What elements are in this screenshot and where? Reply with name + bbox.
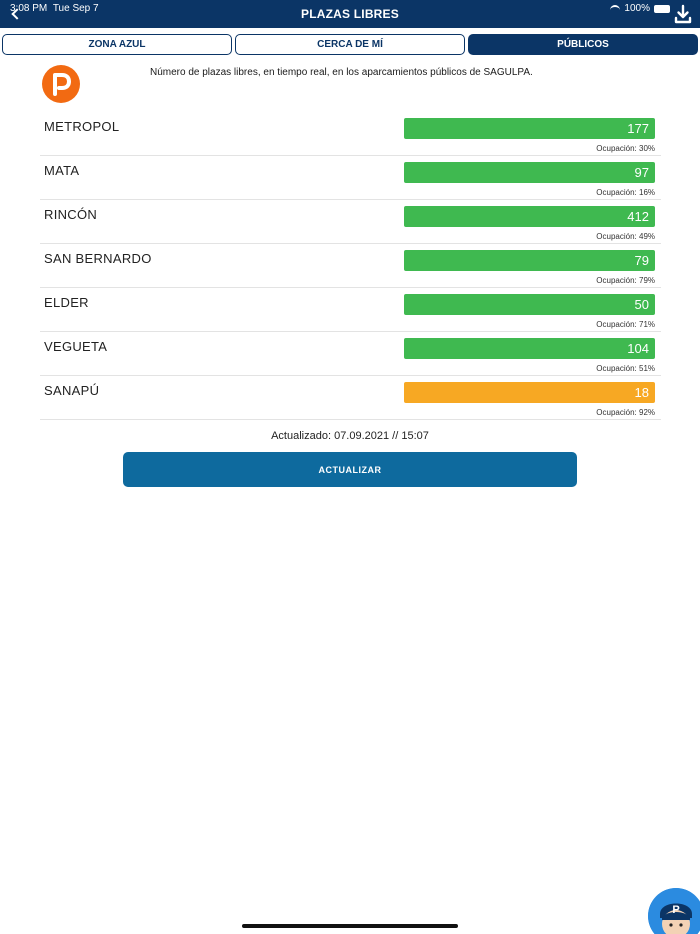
free-spaces-bar: 177 [404,118,655,139]
parking-name: SAN BERNARDO [44,251,152,266]
occupancy-label: Ocupación: 71% [596,320,655,329]
parking-name: MATA [44,163,80,178]
parking-p-icon [53,73,71,96]
parking-row: RINCÓN 412 Ocupación: 49% [40,200,661,244]
segment-tabs: ZONA AZUL CERCA DE MÍ PÚBLICOS [2,34,698,55]
back-button[interactable] [6,4,24,24]
parking-name: SANAPÚ [44,383,100,398]
updated-timestamp: Actualizado: 07.09.2021 // 15:07 [271,430,429,442]
page-title: PLAZAS LIBRES [301,7,399,21]
parking-name: VEGUETA [44,339,108,354]
occupancy-label: Ocupación: 92% [596,408,655,417]
battery-icon [654,4,670,13]
parking-row: METROPOL 177 Ocupación: 30% [40,112,661,156]
parking-row: SANAPÚ 18 Ocupación: 92% [40,376,661,420]
intro-text: Número de plazas libres, en tiempo real,… [150,67,533,78]
tab-0[interactable]: ZONA AZUL [2,34,232,55]
occupancy-label: Ocupación: 79% [596,276,655,285]
wifi-icon [610,4,621,13]
occupancy-label: Ocupación: 49% [596,232,655,241]
parking-row: SAN BERNARDO 79 Ocupación: 79% [40,244,661,288]
tab-1[interactable]: CERCA DE MÍ [235,34,465,55]
parking-name: ELDER [44,295,89,310]
status-indicators: 100% [610,3,670,14]
parking-name: METROPOL [44,119,120,134]
download-button[interactable] [674,3,692,25]
parking-row: ELDER 50 Ocupación: 71% [40,288,661,332]
free-spaces-bar: 97 [404,162,655,183]
parking-row: VEGUETA 104 Ocupación: 51% [40,332,661,376]
occupancy-label: Ocupación: 16% [596,188,655,197]
svg-text:P: P [672,904,679,916]
refresh-button[interactable]: ACTUALIZAR [123,452,577,487]
tab-2[interactable]: PÚBLICOS [468,34,698,55]
free-spaces-bar: 104 [404,338,655,359]
chevron-left-icon [10,8,23,20]
free-spaces-bar: 18 [404,382,655,403]
free-spaces-bar: 79 [404,250,655,271]
occupancy-label: Ocupación: 51% [596,364,655,373]
home-indicator [242,924,458,928]
sagulpa-logo [42,65,80,103]
parking-list: METROPOL 177 Ocupación: 30% MATA 97 Ocupación… [40,112,661,420]
occupancy-label: Ocupación: 30% [596,144,655,153]
battery-percent: 100% [624,3,650,14]
parking-name: RINCÓN [44,207,98,222]
assistant-avatar-button[interactable]: P [648,888,700,934]
free-spaces-bar: 50 [404,294,655,315]
status-bar: 3:08 PM Tue Sep 7 PLAZAS LIBRES 100% [0,0,700,28]
assistant-avatar-icon: P [648,888,700,934]
free-spaces-bar: 412 [404,206,655,227]
download-icon [674,4,692,24]
parking-row: MATA 97 Ocupación: 16% [40,156,661,200]
